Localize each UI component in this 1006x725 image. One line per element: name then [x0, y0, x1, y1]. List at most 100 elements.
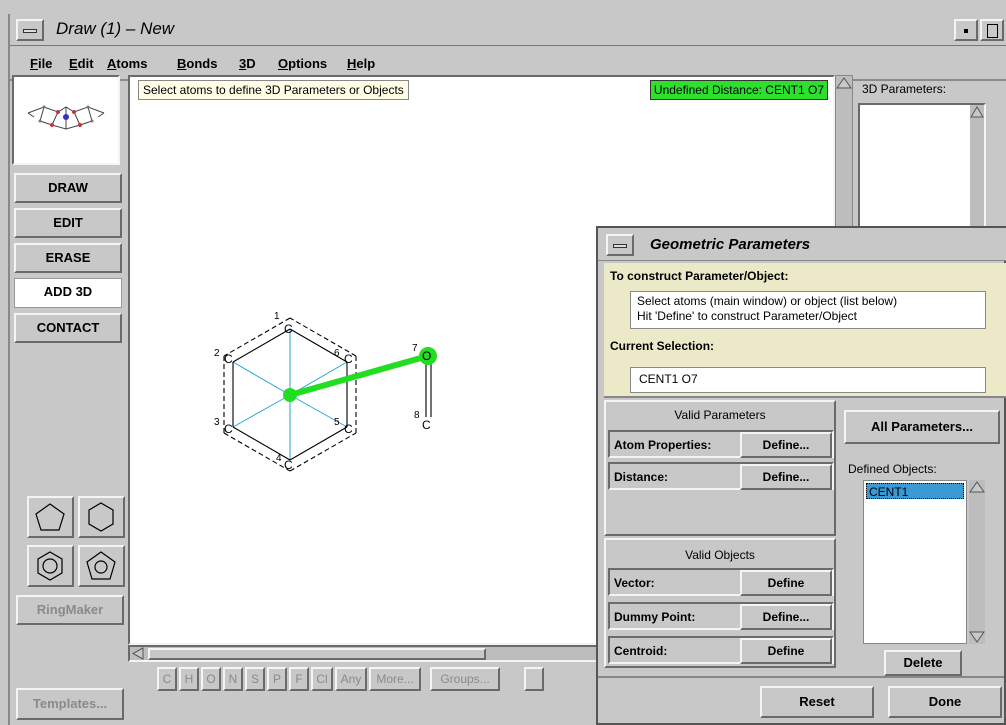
- element-s-button[interactable]: S: [245, 667, 265, 691]
- templates-button[interactable]: Templates...: [16, 688, 124, 720]
- molecule-preview-icon: [27, 105, 105, 130]
- menu-edit-mnemonic: E: [69, 56, 78, 71]
- menu-bonds[interactable]: Bonds: [177, 56, 217, 71]
- valid-parameters-title: Valid Parameters: [674, 408, 766, 422]
- menu-file-mnemonic: F: [30, 56, 38, 71]
- element-o-button[interactable]: O: [201, 667, 221, 691]
- element-more-button[interactable]: More...: [369, 667, 421, 691]
- window-menu-button[interactable]: [16, 19, 44, 41]
- defined-objects-scrollbar[interactable]: [969, 480, 985, 644]
- menu-atoms[interactable]: Atoms: [107, 56, 147, 71]
- atom-2-symbol: C: [224, 352, 233, 366]
- extra-toolbar-button[interactable]: [524, 667, 544, 691]
- defined-objects-list[interactable]: CENT1: [863, 480, 967, 644]
- vector-define-button[interactable]: Define: [740, 570, 832, 596]
- object-row-centroid: Centroid: Define: [608, 636, 834, 664]
- params-3d-list[interactable]: [858, 103, 986, 243]
- defined-scroll-down-icon[interactable]: [969, 630, 985, 644]
- atom-5-number: 5: [334, 417, 340, 428]
- atom-6-symbol: C: [344, 352, 353, 366]
- menu-help-label: elp: [356, 56, 376, 71]
- hexagon-button[interactable]: [78, 496, 125, 538]
- params-scroll-up-icon[interactable]: [970, 105, 984, 119]
- atom-8-symbol: C: [422, 418, 431, 432]
- atom-6-number: 6: [334, 348, 340, 359]
- element-p-button[interactable]: P: [267, 667, 287, 691]
- centroid-label: Centroid:: [614, 644, 668, 658]
- atom-4-number: 4: [276, 453, 282, 464]
- delete-button[interactable]: Delete: [884, 650, 962, 676]
- done-button[interactable]: Done: [888, 686, 1002, 718]
- atom-2-number: 2: [214, 348, 220, 359]
- benzene-button[interactable]: [27, 545, 74, 587]
- mode-add3d-button[interactable]: ADD 3D: [14, 278, 122, 308]
- menu-help[interactable]: Help: [347, 56, 375, 71]
- horizontal-scroll-thumb[interactable]: [148, 648, 486, 660]
- geometric-parameters-dialog: Geometric Parameters To construct Parame…: [596, 226, 1006, 725]
- dialog-title-bar: Geometric Parameters: [598, 228, 1006, 261]
- centroid-spoke: [232, 361, 291, 396]
- atom-1-number: 1: [274, 311, 280, 322]
- defined-scroll-up-icon[interactable]: [969, 480, 985, 494]
- element-h-button[interactable]: H: [179, 667, 199, 691]
- scroll-up-arrow-icon[interactable]: [836, 76, 852, 90]
- cyclopentadienyl-button[interactable]: [78, 545, 125, 587]
- atom-4-symbol: C: [284, 458, 293, 472]
- distance-define-button[interactable]: Define...: [740, 464, 832, 490]
- bond-c4-c5-dashed: [289, 432, 357, 472]
- menu-file-label: ile: [37, 56, 53, 71]
- element-cl-button[interactable]: Cl: [311, 667, 333, 691]
- current-selection-field[interactable]: CENT1 O7: [630, 367, 986, 393]
- maximize-button[interactable]: [980, 19, 1004, 41]
- structure-thumbnail[interactable]: [12, 75, 120, 165]
- ringmaker-button[interactable]: RingMaker: [16, 595, 124, 625]
- element-f-button[interactable]: F: [289, 667, 309, 691]
- instruction-line-2: Hit 'Define' to construct Parameter/Obje…: [637, 309, 858, 323]
- atom-properties-define-button[interactable]: Define...: [740, 432, 832, 458]
- menu-options-label: ptions: [288, 56, 328, 71]
- params-3d-scrollbar[interactable]: [970, 105, 984, 241]
- bond-c6-c1-dashed: [289, 317, 357, 357]
- element-c-button[interactable]: C: [157, 667, 177, 691]
- window-title: Draw (1) – New: [56, 19, 175, 38]
- dialog-menu-button[interactable]: [606, 234, 634, 256]
- mode-erase-button[interactable]: ERASE: [14, 243, 122, 273]
- mode-draw-button[interactable]: DRAW: [14, 173, 122, 203]
- defined-object-item[interactable]: CENT1: [866, 483, 964, 499]
- atom-7-symbol: O: [422, 349, 431, 363]
- menu-file[interactable]: File: [30, 56, 52, 71]
- element-n-button[interactable]: N: [223, 667, 243, 691]
- minimize-button[interactable]: [954, 19, 978, 41]
- param-row-atom-properties: Atom Properties: Define...: [608, 430, 834, 458]
- scroll-left-arrow-icon[interactable]: [131, 647, 145, 660]
- mode-contact-button[interactable]: CONTACT: [14, 313, 122, 343]
- reset-button[interactable]: Reset: [760, 686, 874, 718]
- groups-button[interactable]: Groups...: [430, 667, 500, 691]
- construct-instructions: Select atoms (main window) or object (li…: [630, 291, 986, 329]
- element-any-button[interactable]: Any: [335, 667, 367, 691]
- dummy-point-define-button[interactable]: Define...: [740, 604, 832, 630]
- hexagon-icon: [88, 502, 114, 532]
- mode-edit-button[interactable]: EDIT: [14, 208, 122, 238]
- benzene-ring-icon: [37, 551, 63, 581]
- atom-properties-label: Atom Properties:: [614, 438, 712, 452]
- menu-options[interactable]: Options: [278, 56, 327, 71]
- menu-edit[interactable]: Edit: [69, 56, 94, 71]
- all-parameters-button[interactable]: All Parameters...: [844, 410, 1000, 444]
- construct-section: To construct Parameter/Object: Select at…: [604, 263, 1006, 398]
- params-3d-label: 3D Parameters:: [862, 82, 947, 96]
- menu-3d[interactable]: 3D: [239, 56, 256, 71]
- pentagon-icon: [35, 503, 65, 531]
- object-row-dummy-point: Dummy Point: Define...: [608, 602, 834, 630]
- canvas-horizontal-scrollbar[interactable]: [128, 645, 658, 662]
- current-selection-label: Current Selection:: [610, 339, 715, 353]
- centroid-define-button[interactable]: Define: [740, 638, 832, 664]
- pentagon-button[interactable]: [27, 496, 74, 538]
- construct-label: To construct Parameter/Object:: [610, 269, 789, 283]
- minimize-icon: [964, 29, 968, 33]
- menu-3d-label: D: [246, 56, 256, 71]
- atom-3-number: 3: [214, 417, 220, 428]
- instruction-line-1: Select atoms (main window) or object (li…: [637, 294, 898, 308]
- atom-7-number: 7: [412, 343, 418, 354]
- dialog-title: Geometric Parameters: [650, 236, 811, 253]
